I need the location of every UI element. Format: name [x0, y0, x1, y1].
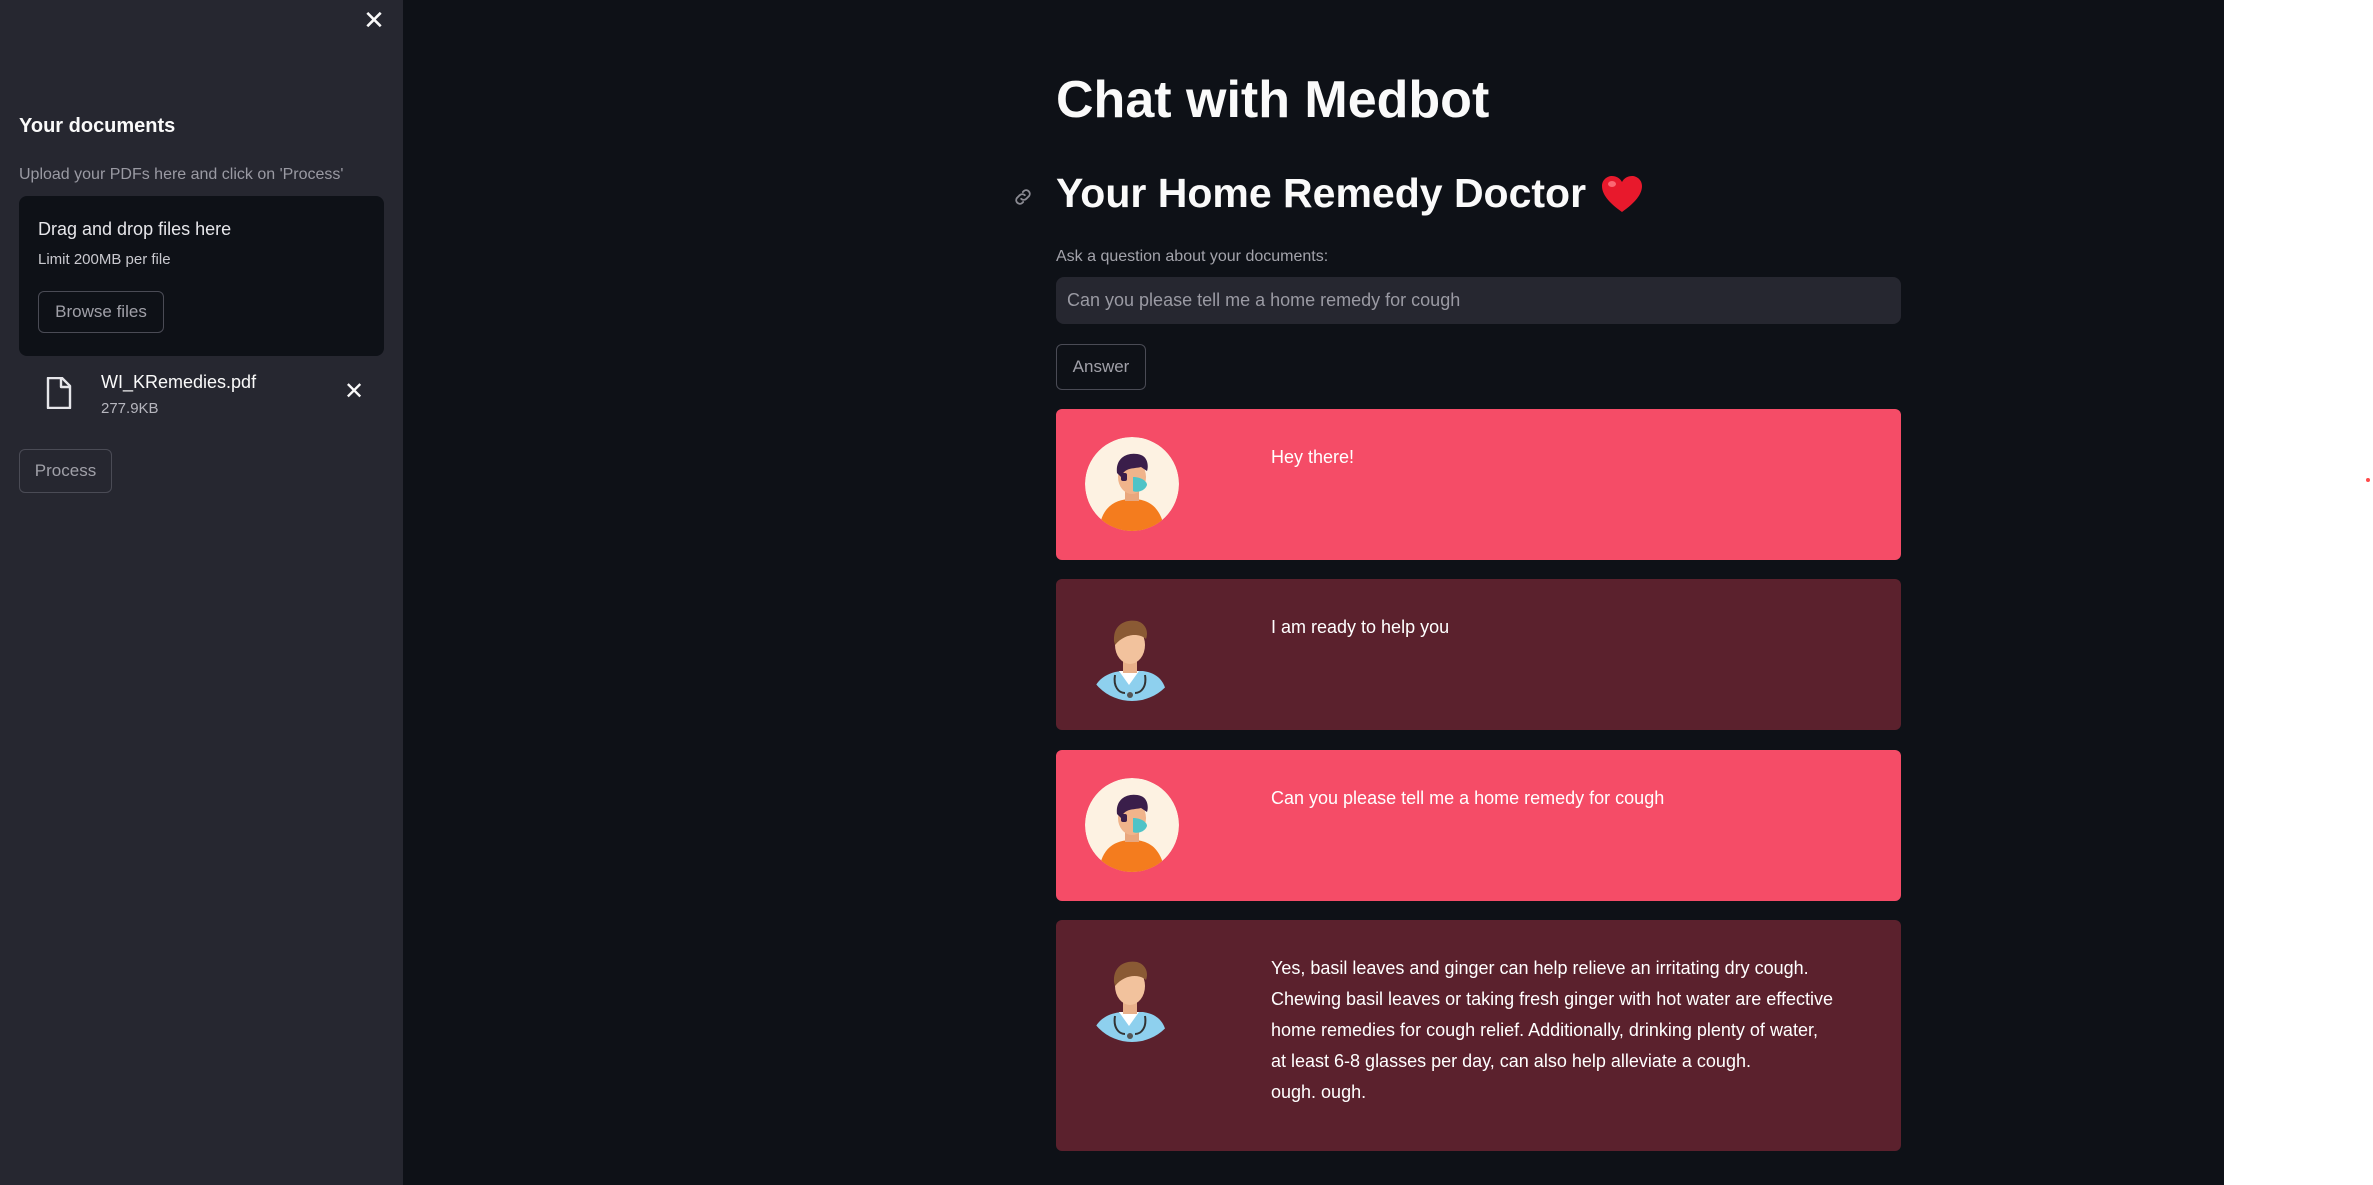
subtitle-text: Your Home Remedy Doctor	[1056, 170, 1587, 216]
message-line: Chewing basil leaves or taking fresh gin…	[1271, 989, 1833, 1009]
answer-button[interactable]: Answer	[1056, 344, 1146, 390]
process-button[interactable]: Process	[19, 449, 112, 493]
question-input[interactable]: Can you please tell me a home remedy for…	[1056, 277, 1901, 324]
message-text: Can you please tell me a home remedy for…	[1271, 788, 1665, 808]
message-text: Yes, basil leaves and ginger can help re…	[1271, 953, 1841, 1108]
sidebar-title: Your documents	[19, 115, 176, 137]
message-text: Hey there!	[1271, 447, 1355, 467]
dropzone-limit: Limit 200MB per file	[38, 251, 171, 268]
page-title: Chat with Medbot	[1056, 71, 1490, 129]
file-icon	[46, 377, 72, 409]
dropzone-title: Drag and drop files here	[38, 219, 232, 239]
close-sidebar-icon[interactable]: ✕	[360, 6, 388, 34]
doctor-avatar	[1091, 620, 1167, 701]
uploaded-file-row: WI_KRemedies.pdf 277.9KB ✕	[19, 360, 384, 424]
doctor-avatar	[1091, 961, 1167, 1042]
browse-files-button[interactable]: Browse files	[38, 291, 164, 333]
chat-message-user: Hey there!	[1056, 409, 1901, 560]
right-blank-area	[2224, 0, 2373, 1185]
link-icon[interactable]	[1012, 186, 1034, 208]
message-line: Yes, basil leaves and ginger can help re…	[1271, 958, 1809, 978]
message-line: ough. ough.	[1271, 1082, 1367, 1102]
file-size: 277.9KB	[101, 400, 159, 417]
heart-icon	[1602, 175, 1643, 212]
chat-message-user: Can you please tell me a home remedy for…	[1056, 750, 1901, 901]
chat-message-bot: I am ready to help you	[1056, 579, 1901, 730]
file-dropzone[interactable]: Drag and drop files here Limit 200MB per…	[19, 196, 384, 356]
upload-label: Upload your PDFs here and click on 'Proc…	[19, 166, 344, 183]
chat-message-bot: Yes, basil leaves and ginger can help re…	[1056, 920, 1901, 1151]
status-dot	[2366, 478, 2370, 482]
message-text: I am ready to help you	[1271, 617, 1450, 637]
remove-file-icon[interactable]: ✕	[340, 378, 368, 406]
message-line: home remedies for cough relief. Addition…	[1271, 1020, 1818, 1040]
sidebar: ✕ Your documents Upload your PDFs here a…	[0, 0, 403, 1185]
file-name: WI_KRemedies.pdf	[101, 372, 257, 392]
user-avatar	[1085, 437, 1179, 531]
user-avatar	[1085, 778, 1179, 872]
subtitle: Your Home Remedy Doctor	[1056, 170, 1644, 217]
question-label: Ask a question about your documents:	[1056, 248, 1329, 265]
message-line: at least 6-8 glasses per day, can also h…	[1271, 1051, 1751, 1071]
